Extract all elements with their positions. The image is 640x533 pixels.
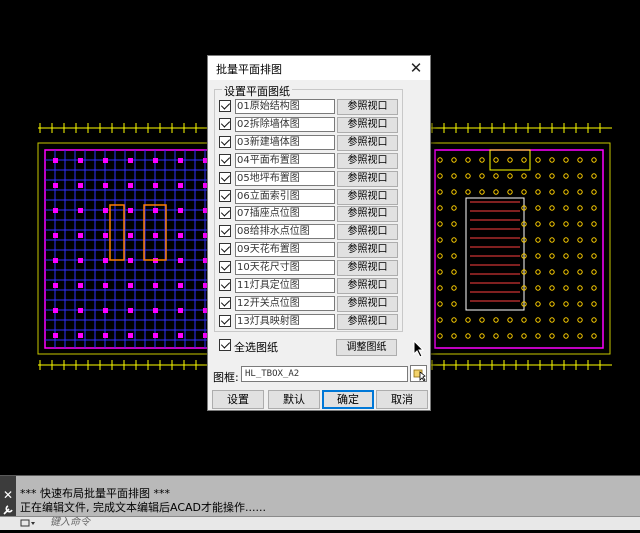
mouse-cursor-icon bbox=[413, 340, 425, 358]
drawing-row: 04平面布置图 参照视口 bbox=[219, 152, 401, 169]
drawing-row: 08给排水点位图 参照视口 bbox=[219, 224, 401, 241]
drawing-checkbox[interactable] bbox=[219, 243, 231, 256]
close-icon[interactable]: ✕ bbox=[406, 58, 426, 78]
drawing-row: 02拆除墙体图 参照视口 bbox=[219, 116, 401, 133]
drawing-checkbox[interactable] bbox=[219, 279, 231, 291]
frame-input[interactable]: HL_TBOX_A2 bbox=[241, 366, 408, 382]
drawing-row: 09天花布置图 参照视口 bbox=[219, 242, 401, 259]
frame-label: 图框: bbox=[213, 371, 239, 384]
reference-viewport-button[interactable]: 参照视口 bbox=[337, 260, 398, 277]
pick-cursor-icon bbox=[413, 369, 426, 382]
drawing-name-field[interactable]: 08给排水点位图 bbox=[235, 224, 335, 240]
select-all-checkbox[interactable] bbox=[219, 339, 231, 351]
reference-viewport-button[interactable]: 参照视口 bbox=[337, 116, 398, 133]
drawing-row: 05地坪布置图 参照视口 bbox=[219, 170, 401, 187]
reference-viewport-button[interactable]: 参照视口 bbox=[337, 206, 398, 223]
dialog-title: 批量平面排图 bbox=[216, 63, 282, 76]
frame-pick-button[interactable] bbox=[410, 365, 427, 382]
command-input-row[interactable]: 键入命令 bbox=[0, 516, 640, 530]
drawing-name-field[interactable]: 02拆除墙体图 bbox=[235, 116, 335, 132]
drawing-row: 06立面索引图 参照视口 bbox=[219, 188, 401, 205]
command-line-panel: ✕ *** 快速布局批量平面排图 *** 正在编辑文件, 完成文本编辑后ACAD… bbox=[0, 475, 640, 530]
drawing-checkbox[interactable] bbox=[219, 225, 231, 238]
drawing-checkbox[interactable] bbox=[219, 135, 231, 148]
cancel-button[interactable]: 取消 bbox=[376, 390, 428, 409]
drawing-name-field[interactable]: 05地坪布置图 bbox=[235, 170, 335, 186]
drawing-checkbox[interactable] bbox=[219, 314, 231, 327]
drawing-name-field[interactable]: 01原始结构图 bbox=[235, 99, 335, 114]
reference-viewport-button[interactable]: 参照视口 bbox=[337, 278, 398, 294]
drawing-checkbox[interactable] bbox=[219, 117, 231, 130]
select-all-checkbox-row[interactable]: 全选图纸 bbox=[219, 338, 319, 354]
reference-viewport-button[interactable]: 参照视口 bbox=[337, 170, 398, 187]
drawing-row: 13灯具映射图 参照视口 bbox=[219, 313, 401, 330]
drawing-name-field[interactable]: 07插座点位图 bbox=[235, 206, 335, 222]
drawing-row: 01原始结构图 参照视口 bbox=[219, 99, 401, 115]
drawing-name-field[interactable]: 10天花尺寸图 bbox=[235, 260, 335, 276]
drawing-checkbox[interactable] bbox=[219, 296, 231, 309]
reference-viewport-button[interactable]: 参照视口 bbox=[337, 224, 398, 241]
drawing-name-field[interactable]: 12开关点位图 bbox=[235, 295, 335, 311]
drawing-name-field[interactable]: 06立面索引图 bbox=[235, 188, 335, 204]
drawing-name-field[interactable]: 13灯具映射图 bbox=[235, 313, 335, 329]
drawing-checkbox[interactable] bbox=[219, 171, 231, 184]
drawing-name-field[interactable]: 09天花布置图 bbox=[235, 242, 335, 258]
reference-viewport-button[interactable]: 参照视口 bbox=[337, 188, 398, 205]
drawing-checkbox[interactable] bbox=[219, 153, 231, 166]
dialog-title-bar[interactable]: 批量平面排图 ✕ bbox=[208, 56, 430, 80]
select-all-label: 全选图纸 bbox=[234, 341, 278, 354]
default-button[interactable]: 默认 bbox=[268, 390, 320, 409]
drawing-checkbox[interactable] bbox=[219, 261, 231, 274]
command-panel-handle[interactable]: ✕ bbox=[0, 476, 16, 516]
batch-plan-layout-dialog: 批量平面排图 ✕ 设置平面图纸 01原始结构图 参照视口 02拆除墙体图 参照视口 03… bbox=[207, 55, 431, 411]
drawing-row: 11灯具定位图 参照视口 bbox=[219, 278, 401, 294]
command-close-icon[interactable]: ✕ bbox=[0, 488, 16, 502]
reference-viewport-button[interactable]: 参照视口 bbox=[337, 99, 398, 115]
reference-viewport-button[interactable]: 参照视口 bbox=[337, 152, 398, 169]
drawing-checkbox[interactable] bbox=[219, 189, 231, 202]
adjust-drawings-button[interactable]: 调整图纸 bbox=[336, 339, 397, 356]
drawing-name-field[interactable]: 11灯具定位图 bbox=[235, 278, 335, 293]
drawing-checkbox[interactable] bbox=[219, 207, 231, 220]
drawing-name-field[interactable]: 03新建墙体图 bbox=[235, 134, 335, 150]
settings-button[interactable]: 设置 bbox=[212, 390, 264, 409]
reference-viewport-button[interactable]: 参照视口 bbox=[337, 134, 398, 151]
reference-viewport-button[interactable]: 参照视口 bbox=[337, 295, 398, 312]
drawing-row: 10天花尺寸图 参照视口 bbox=[219, 260, 401, 277]
command-input[interactable]: 键入命令 bbox=[50, 517, 90, 529]
drawing-name-field[interactable]: 04平面布置图 bbox=[235, 152, 335, 168]
drawing-row: 03新建墙体图 参照视口 bbox=[219, 134, 401, 151]
reference-viewport-button[interactable]: 参照视口 bbox=[337, 313, 398, 330]
command-prompt-dropdown-icon[interactable] bbox=[20, 517, 42, 529]
command-history-line-2: 正在编辑文件, 完成文本编辑后ACAD才能操作...... bbox=[20, 501, 266, 514]
drawings-group-label: 设置平面图纸 bbox=[222, 83, 292, 99]
reference-viewport-button[interactable]: 参照视口 bbox=[337, 242, 398, 259]
drawing-row: 12开关点位图 参照视口 bbox=[219, 295, 401, 312]
drawing-checkbox[interactable] bbox=[219, 100, 231, 112]
drawing-row: 07插座点位图 参照视口 bbox=[219, 206, 401, 223]
ok-button[interactable]: 确定 bbox=[322, 390, 374, 409]
